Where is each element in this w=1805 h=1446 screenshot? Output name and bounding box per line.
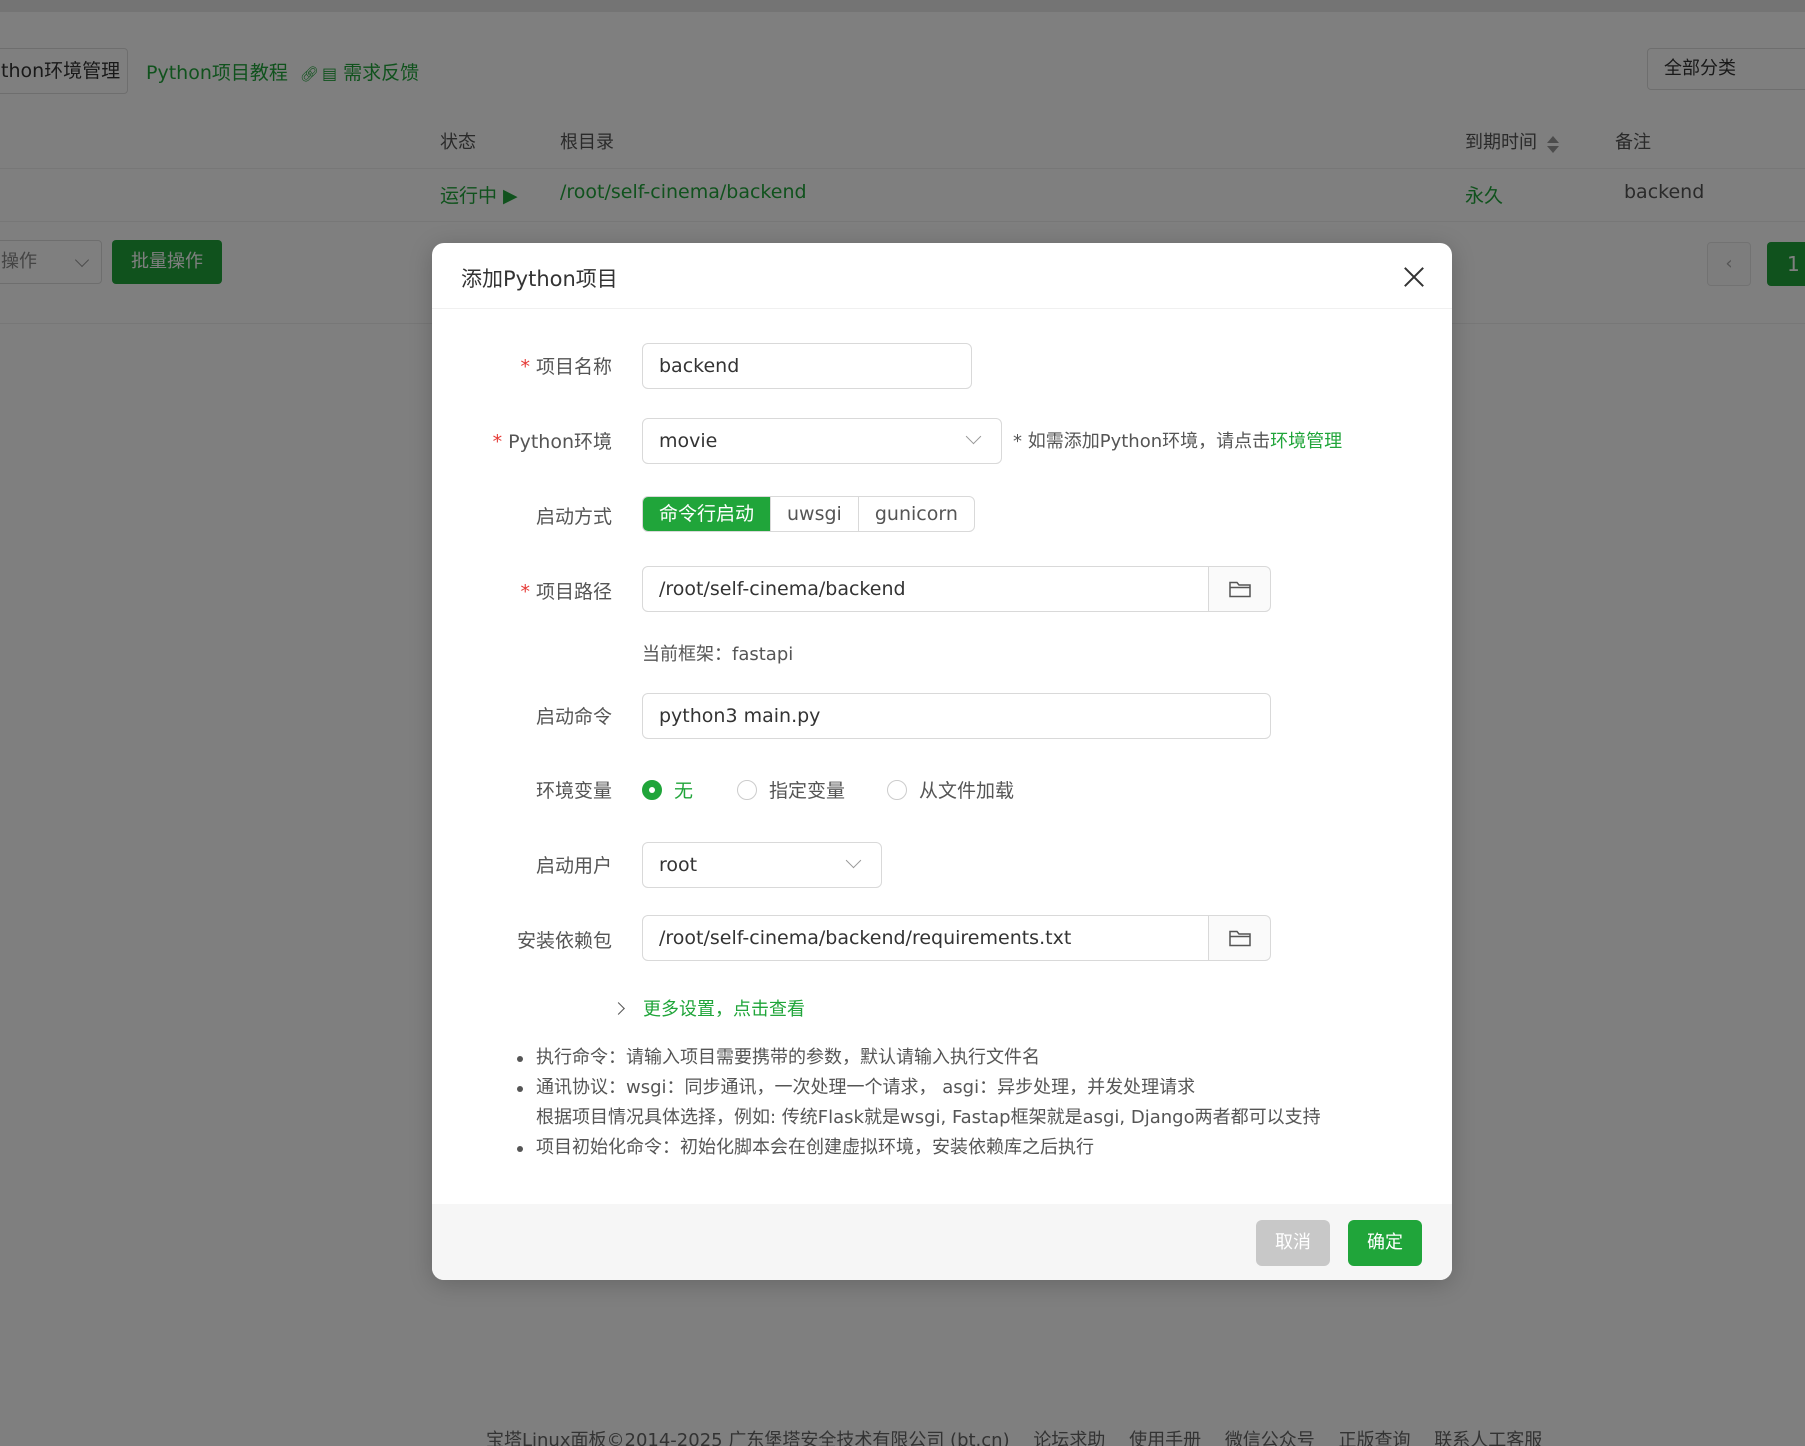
env-hint-text: * 如需添加Python环境，请点击 <box>1013 431 1271 452</box>
chevron-down-icon <box>845 852 862 869</box>
chevron-down-icon <box>965 428 982 445</box>
requirements-input[interactable]: /root/self-cinema/backend/requirements.t… <box>642 915 1209 961</box>
radio-checked-icon <box>642 780 662 800</box>
project-path-label-text: 项目路径 <box>535 581 612 603</box>
radio-icon <box>737 780 757 800</box>
python-env-value: movie <box>659 430 718 452</box>
env-vars-label: 环境变量 <box>535 780 612 802</box>
help-notes: 执行命令：请输入项目需要携带的参数，默认请输入执行文件名 通讯协议：wsgi：同… <box>514 1043 1414 1163</box>
note-item: 执行命令：请输入项目需要携带的参数，默认请输入执行文件名 <box>514 1043 1414 1073</box>
folder-icon <box>1229 930 1251 947</box>
chevron-right-icon <box>612 1002 625 1015</box>
start-mode-label: 启动方式 <box>535 506 612 528</box>
project-name-input[interactable]: backend <box>642 343 972 389</box>
project-path-label: * 项目路径 <box>520 581 612 603</box>
env-vars-specify-label: 指定变量 <box>769 780 846 802</box>
folder-icon <box>1229 581 1251 598</box>
env-vars-none-label: 无 <box>674 780 694 802</box>
start-mode-uwsgi[interactable]: uwsgi <box>770 497 858 531</box>
cancel-button[interactable]: 取消 <box>1256 1220 1330 1266</box>
python-env-label-text: Python环境 <box>508 431 612 453</box>
start-mode-segmented: 命令行启动 uwsgi gunicorn <box>642 496 975 532</box>
python-env-select[interactable]: movie <box>642 418 1002 464</box>
close-icon[interactable] <box>1402 265 1426 289</box>
note-item-continuation: 根据项目情况具体选择，例如: 传统Flask就是wsgi, Fastap框架就是… <box>536 1107 1321 1128</box>
start-user-value: root <box>659 854 698 876</box>
confirm-button[interactable]: 确定 <box>1348 1220 1422 1266</box>
more-settings-toggle[interactable]: 更多设置，点击查看 <box>612 995 805 1021</box>
project-name-label-text: 项目名称 <box>535 356 612 378</box>
env-manage-link[interactable]: 环境管理 <box>1270 431 1342 452</box>
current-framework: 当前框架：fastapi <box>642 644 794 665</box>
env-vars-file-label: 从文件加载 <box>919 780 1015 802</box>
project-path-input[interactable]: /root/self-cinema/backend <box>642 566 1209 612</box>
folder-picker-button[interactable] <box>1209 566 1271 612</box>
dialog-title: 添加Python项目 <box>461 267 618 291</box>
start-command-label: 启动命令 <box>535 706 612 728</box>
project-name-label: * 项目名称 <box>520 356 612 378</box>
python-env-label: * Python环境 <box>492 431 612 453</box>
folder-picker-button[interactable] <box>1209 915 1271 961</box>
note-item: 项目初始化命令：初始化脚本会在创建虚拟环境，安装依赖库之后执行 <box>514 1133 1414 1163</box>
env-vars-none-radio[interactable]: 无 <box>642 776 693 803</box>
start-command-input[interactable]: python3 main.py <box>642 693 1271 739</box>
start-mode-cli[interactable]: 命令行启动 <box>643 497 771 531</box>
requirements-label: 安装依赖包 <box>516 930 612 952</box>
dialog-header: 添加Python项目 <box>432 243 1452 309</box>
dialog-footer: 取消 确定 <box>432 1204 1452 1280</box>
start-user-label: 启动用户 <box>535 855 612 877</box>
env-hint: * 如需添加Python环境，请点击环境管理 <box>1013 427 1342 453</box>
radio-icon <box>887 780 907 800</box>
add-python-project-dialog: 添加Python项目 * 项目名称 backend * Python环境 movie… <box>432 243 1452 1280</box>
start-mode-gunicorn[interactable]: gunicorn <box>857 497 974 531</box>
start-user-select[interactable]: root <box>642 842 882 888</box>
more-settings-label: 更多设置，点击查看 <box>643 999 805 1020</box>
env-vars-file-radio[interactable]: 从文件加载 <box>887 776 1014 803</box>
note-item: 通讯协议：wsgi：同步通讯，一次处理一个请求， asgi：异步处理，并发处理请… <box>514 1073 1414 1103</box>
env-vars-specify-radio[interactable]: 指定变量 <box>737 776 845 803</box>
